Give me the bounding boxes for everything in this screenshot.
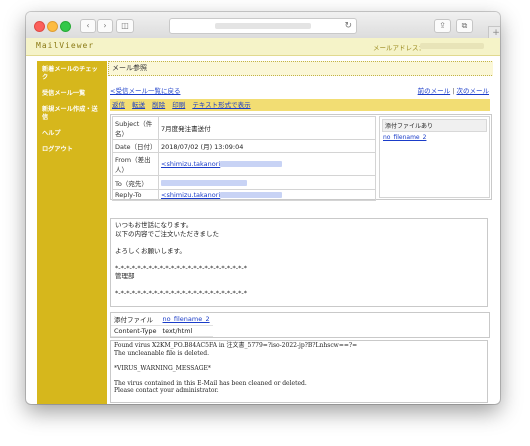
from-address-link[interactable]: <shimizu.takanori [161, 160, 220, 168]
app-logo: MailViewer [36, 41, 95, 50]
content-type-value: text/html [159, 325, 213, 337]
delete-link[interactable]: 削除 [152, 101, 165, 109]
attachment-panel: 添付ファイルあり no_filename_2 [379, 116, 490, 198]
action-bar: 返信 転送 削除 印刷 テキスト形式で表示 [110, 99, 490, 111]
sidebar-item-help[interactable]: ヘルプ [37, 128, 107, 141]
body-line: 以下の内容でご注文いただきました [115, 229, 219, 238]
sidebar-item-check-new[interactable]: 新着メールのチェック [37, 64, 107, 85]
back-to-list-link[interactable]: <受信メール一覧に戻る [110, 85, 180, 95]
body-line: いつもお世話になります。 [115, 221, 193, 229]
browser-window: ‹ › ◫ ↻ ⇪ ⧉ + MailViewer メールアドレス： 新着メールの… [26, 12, 500, 404]
attachment-info-box: 添付ファイル no_filename_2 Content-Type text/h… [110, 312, 490, 338]
replyto-cell: <shimizu.takanori [158, 189, 376, 201]
chevron-right-icon[interactable]: › [97, 19, 113, 33]
url-text [215, 23, 311, 29]
sidebar-item-compose[interactable]: 新規メール作成・送信 [37, 104, 107, 125]
print-link[interactable]: 印刷 [172, 101, 185, 109]
date-label: Date（日付） [112, 139, 159, 153]
virus-line: Please contact your administrator. [114, 387, 219, 394]
attachment-panel-header: 添付ファイルあり [382, 119, 487, 132]
page-title: メール参照 [108, 61, 493, 76]
virus-line: The uncleanable file is deleted. [114, 349, 209, 357]
to-redacted [161, 179, 247, 186]
replyto-label: Reply-To [112, 189, 159, 201]
virus-line [114, 357, 484, 365]
attachment-info-table: 添付ファイル no_filename_2 Content-Type text/h… [111, 313, 213, 337]
main-content: メール参照 <受信メール一覧に戻る 前のメール | 次のメール 返信 転送 削除… [108, 61, 493, 404]
minimize-window-icon[interactable] [47, 21, 58, 32]
attachment-file-value-link[interactable]: no_filename_2 [163, 315, 210, 323]
chevron-left-icon[interactable]: ‹ [80, 19, 96, 33]
subject-value: 7月度発注書送付 [158, 116, 376, 140]
tabs-icon[interactable]: ⧉ [456, 19, 473, 33]
to-label: To（宛先） [112, 175, 159, 190]
nav-row-top: <受信メール一覧に戻る 前のメール | 次のメール [110, 85, 491, 95]
app-header: MailViewer メールアドレス： [26, 38, 500, 56]
virus-line: *VIRUS_WARNING_MESSAGE* [114, 364, 211, 372]
next-mail-link[interactable]: 次のメール [457, 87, 490, 95]
text-view-link[interactable]: テキスト形式で表示 [192, 101, 250, 109]
to-cell [158, 175, 376, 190]
address-bar[interactable]: ↻ [169, 18, 357, 34]
body-line: 管理部 [115, 272, 135, 280]
subject-label: Subject（件名） [112, 116, 159, 140]
body-line [115, 238, 483, 247]
mail-header-table: Subject（件名） 7月度発注書送付 Date（日付） 2018/07/02… [112, 116, 376, 201]
body-line [115, 255, 483, 264]
zoom-window-icon[interactable] [60, 21, 71, 32]
forward-link[interactable]: 転送 [132, 101, 145, 109]
mail-header-box: Subject（件名） 7月度発注書送付 Date（日付） 2018/07/02… [110, 114, 492, 201]
attachment-file-link[interactable]: no_filename_2 [380, 134, 489, 141]
address-label: メールアドレス： [373, 44, 425, 52]
sidebar-item-inbox[interactable]: 受信メール一覧 [37, 88, 107, 101]
reload-icon[interactable]: ↻ [344, 19, 352, 33]
body-line: *-*-*-*-*-*-*-*-*-*-*-*-*-*-*-*-*-*-*-*-… [115, 263, 247, 272]
from-redacted [220, 161, 283, 167]
from-cell: <shimizu.takanori [158, 152, 376, 176]
nav-separator: | [452, 87, 455, 95]
body-line: よろしくお願いします。 [115, 246, 186, 255]
virus-warning-box: Found virus X2KM_PO.B84AC5FA in 注文書_5779… [110, 340, 488, 403]
mail-body: いつもお世話になります。 以下の内容でご注文いただきました よろしくお願いします… [110, 218, 488, 307]
content-type-label: Content-Type [111, 325, 160, 337]
sidebar-icon[interactable]: ◫ [116, 19, 134, 33]
attachment-file-label: 添付ファイル [111, 313, 160, 326]
body-line [115, 281, 483, 290]
sidebar: 新着メールのチェック 受信メール一覧 新規メール作成・送信 ヘルプ ログアウト [37, 61, 107, 404]
address-value-redacted [420, 43, 484, 49]
close-window-icon[interactable] [34, 21, 45, 32]
replyto-redacted [220, 192, 283, 198]
from-label: From（差出人） [112, 152, 159, 176]
virus-line: Found virus X2KM_PO.B84AC5FA in 注文書_5779… [114, 342, 358, 349]
share-icon[interactable]: ⇪ [434, 19, 451, 33]
date-value: 2018/07/02 (月) 13:09:04 [158, 139, 376, 153]
sidebar-item-logout[interactable]: ログアウト [37, 144, 107, 157]
virus-line [114, 372, 484, 380]
prev-mail-link[interactable]: 前のメール [418, 87, 451, 95]
replyto-address-link[interactable]: <shimizu.takanori [161, 191, 220, 199]
reply-link[interactable]: 返信 [112, 101, 125, 109]
body-line: *-*-*-*-*-*-*-*-*-*-*-*-*-*-*-*-*-*-*-*-… [115, 289, 247, 297]
virus-line: The virus contained in this E-Mail has b… [114, 379, 307, 387]
browser-toolbar: ‹ › ◫ ↻ ⇪ ⧉ [26, 12, 500, 39]
